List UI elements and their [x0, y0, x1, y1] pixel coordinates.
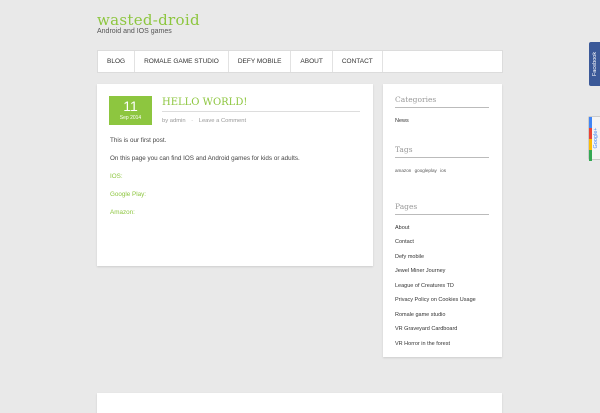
tag-ios[interactable]: ios	[440, 168, 446, 173]
google-plus-tab[interactable]: Google+	[588, 116, 600, 161]
meta-separator: ·	[191, 118, 194, 124]
page-item-contact[interactable]: Contact	[395, 239, 414, 245]
post-body: This is our first post. On this page you…	[110, 137, 362, 228]
google-stripe-yellow	[589, 139, 592, 150]
sidebar: Categories News Tags amazon googleplay i…	[383, 84, 502, 357]
site-tagline: Android and IOS games	[97, 28, 172, 35]
nav-item-defy-mobile[interactable]: DEFY MOBILE	[229, 51, 292, 72]
page-item-romale-game-studio[interactable]: Romale game studio	[395, 312, 445, 318]
page-item-vr-horror-in-the-forest[interactable]: VR Horror in the forest	[395, 341, 450, 347]
pages-widget-title: Pages	[395, 202, 489, 215]
google-stripe-blue	[589, 117, 592, 128]
page-item-privacy-policy[interactable]: Privacy Policy on Cookies Usage	[395, 297, 476, 303]
nav-item-contact[interactable]: CONTACT	[333, 51, 383, 72]
tag-amazon[interactable]: amazon	[395, 168, 411, 173]
post-date-day: 11	[123, 98, 138, 114]
facebook-tab[interactable]: Facebook	[589, 42, 600, 86]
post-author-prefix: by	[162, 118, 169, 124]
page-item-league-of-creatures-td[interactable]: League of Creatures TD	[395, 283, 454, 289]
leave-comment-link[interactable]: Leave a Comment	[199, 118, 246, 124]
post-title[interactable]: HELLO WORLD!	[162, 97, 360, 112]
page-item-defy-mobile[interactable]: Defy mobile	[395, 254, 424, 260]
amazon-link[interactable]: Amazon:	[110, 209, 362, 216]
tags-widget-title: Tags	[395, 145, 489, 158]
site-title[interactable]: wasted-droid	[97, 11, 200, 29]
post-date-month: Sep 2014	[119, 115, 142, 121]
post-card: 11 Sep 2014 HELLO WORLD! by admin · Leav…	[97, 84, 373, 266]
category-item-news[interactable]: News	[395, 118, 409, 124]
post-date-badge: 11 Sep 2014	[109, 96, 152, 125]
post-paragraph: On this page you can find IOS and Androi…	[110, 155, 300, 162]
main-nav: BLOG ROMALE GAME STUDIO DEFY MOBILE ABOU…	[97, 50, 503, 73]
categories-widget-title: Categories	[395, 95, 489, 108]
nav-item-blog[interactable]: BLOG	[98, 51, 136, 72]
tag-googleplay[interactable]: googleplay	[415, 168, 437, 173]
post-meta: by admin · Leave a Comment	[162, 118, 246, 124]
page-item-vr-graveyard-cardboard[interactable]: VR Graveyard Cardboard	[395, 326, 457, 332]
nav-item-about[interactable]: ABOUT	[291, 51, 333, 72]
post-author-link[interactable]: admin	[170, 118, 186, 124]
page-item-jewel-miner-journey[interactable]: Jewel Miner Journey	[395, 268, 445, 274]
google-stripe-red	[589, 128, 592, 139]
footer-box	[97, 393, 502, 413]
page-item-about[interactable]: About	[395, 225, 409, 231]
google-play-link[interactable]: Google Play:	[110, 191, 362, 198]
google-tab-label: Google+	[592, 127, 599, 149]
facebook-tab-label: Facebook	[591, 51, 598, 77]
nav-item-romale-game-studio[interactable]: ROMALE GAME STUDIO	[135, 51, 229, 72]
google-stripe-green	[589, 150, 592, 161]
ios-link[interactable]: IOS:	[110, 173, 362, 180]
tag-cloud: amazon googleplay ios	[395, 168, 448, 173]
post-paragraph: This is our first post.	[110, 137, 167, 144]
